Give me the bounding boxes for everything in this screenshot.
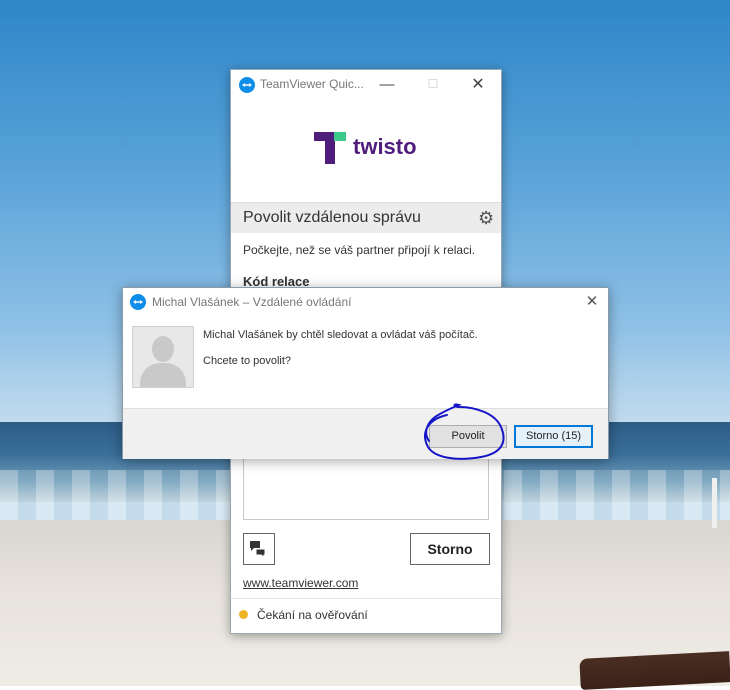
title-bar[interactable]: TeamViewer Quic... — ☐ ✕ bbox=[231, 70, 501, 99]
allow-button[interactable]: Povolit bbox=[429, 425, 507, 448]
avatar bbox=[132, 326, 194, 388]
teamviewer-logo-icon bbox=[239, 77, 255, 93]
teamviewer-logo-icon bbox=[130, 294, 146, 310]
brand-logo: twisto bbox=[314, 132, 424, 168]
dialog-message: Michal Vlašánek by chtěl sledovat a ovlá… bbox=[203, 329, 478, 341]
wait-message: Počkejte, než se váš partner připojí k r… bbox=[243, 243, 476, 257]
dialog-title: Michal Vlašánek – Vzdálené ovládání bbox=[152, 295, 352, 309]
status-indicator-icon bbox=[239, 610, 248, 619]
chat-button[interactable] bbox=[243, 533, 275, 565]
minimize-button[interactable]: — bbox=[364, 70, 410, 99]
brand-mark-icon bbox=[314, 132, 346, 164]
chat-icon bbox=[250, 541, 266, 556]
section-header: Povolit vzdálenou správu ⚙ bbox=[231, 202, 501, 233]
divider bbox=[231, 598, 501, 599]
dialog-question: Chcete to povolit? bbox=[203, 355, 292, 367]
maximize-button[interactable]: ☐ bbox=[410, 70, 456, 99]
gear-icon[interactable]: ⚙ bbox=[478, 208, 494, 229]
section-title: Povolit vzdálenou správu bbox=[243, 209, 421, 226]
website-link[interactable]: www.teamviewer.com bbox=[243, 576, 358, 590]
window-title: TeamViewer Quic... bbox=[260, 77, 364, 91]
close-button[interactable]: ✕ bbox=[455, 70, 501, 99]
chat-message-box[interactable] bbox=[243, 456, 489, 520]
status-text: Čekání na ověřování bbox=[257, 608, 368, 622]
dialog-cancel-button[interactable]: Storno (15) bbox=[514, 425, 593, 448]
remote-control-dialog: Michal Vlašánek – Vzdálené ovládání ✕ Mi… bbox=[122, 287, 609, 460]
beach-pole bbox=[712, 478, 717, 528]
brand-name: twisto bbox=[353, 134, 417, 159]
dialog-close-button[interactable]: ✕ bbox=[578, 290, 606, 314]
cancel-button[interactable]: Storno bbox=[410, 533, 490, 565]
